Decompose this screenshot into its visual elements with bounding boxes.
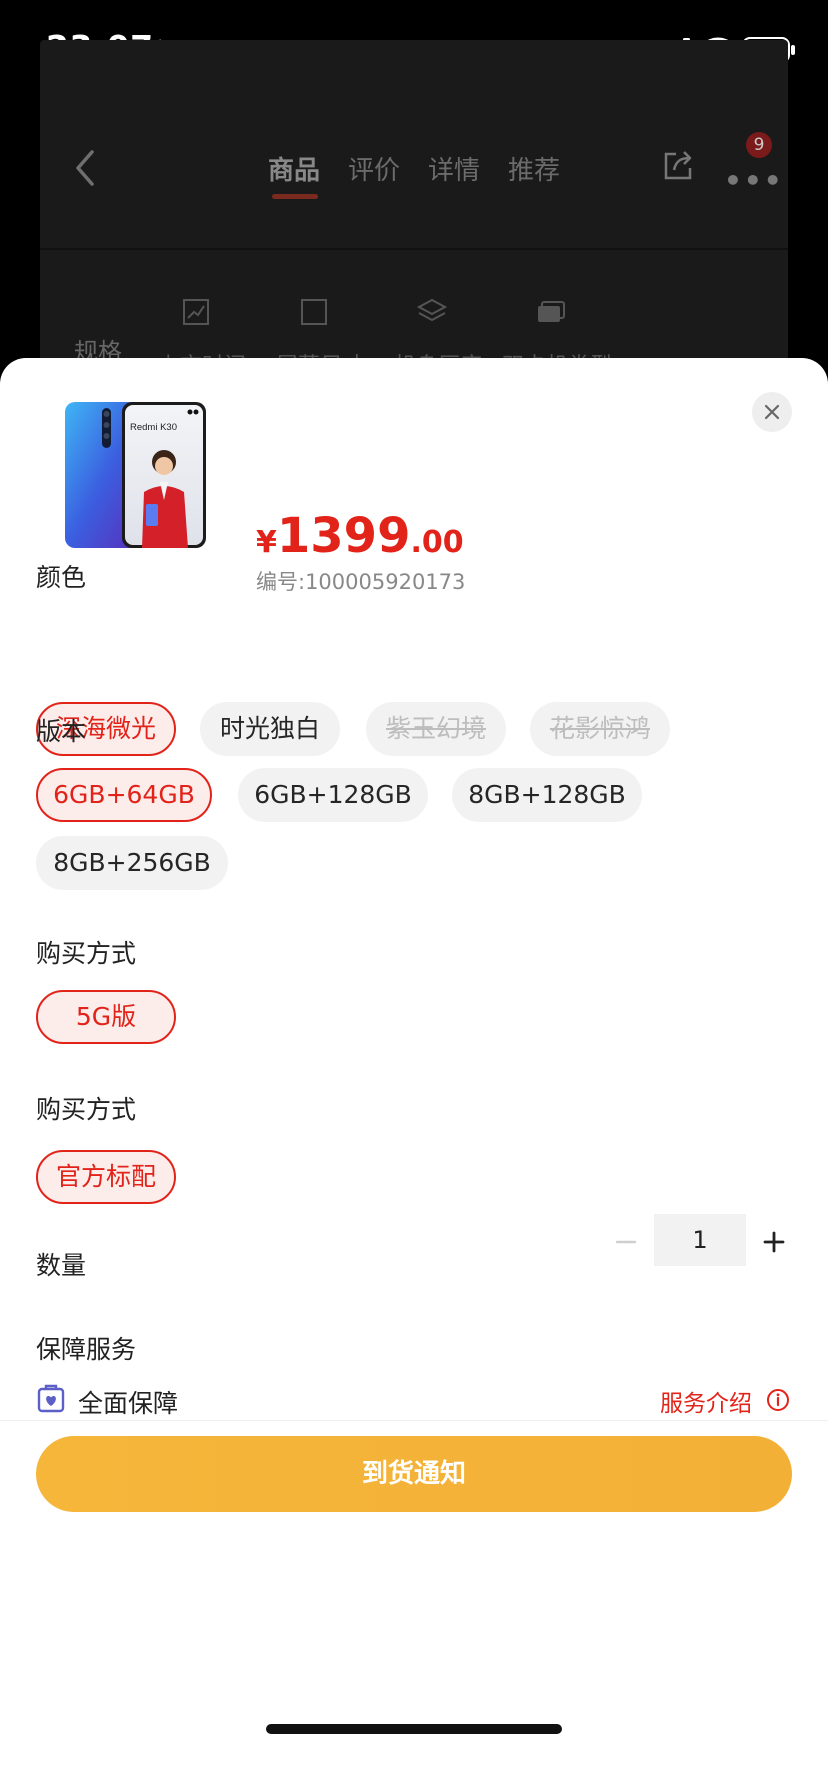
purchase-option-5g[interactable]: 5G版 — [36, 990, 176, 1044]
color-option-3: 紫玉幻境 — [366, 702, 506, 756]
price-decimal: .00 — [410, 525, 464, 560]
tab-reviews[interactable]: 评价 — [348, 150, 400, 187]
purchase-method-title-2: 购买方式 — [36, 1095, 137, 1124]
close-button[interactable] — [752, 392, 792, 432]
quantity-label: 数量 — [36, 1251, 87, 1280]
dual-sim-icon — [538, 301, 565, 322]
purchase-method-title-1: 购买方式 — [36, 939, 137, 968]
price-integer: 1399 — [276, 508, 411, 564]
color-section-title: 颜色 — [36, 563, 87, 592]
spec-selection-sheet: Redmi K30 ¥1399.00 编号:100005920173 颜色 深海… — [0, 358, 828, 1792]
version-option-1[interactable]: 6GB+64GB — [36, 768, 212, 822]
guarantee-bag-icon — [37, 1384, 65, 1413]
guarantee-item-label: 全面保障 — [78, 1389, 179, 1418]
version-option-4[interactable]: 8GB+256GB — [36, 836, 228, 890]
product-nav-bar: 商品 评价 详情 推荐 ••• 9 — [40, 120, 788, 210]
service-intro-link[interactable]: 服务介绍 — [660, 1384, 752, 1418]
color-option-4: 花影惊鸿 — [530, 702, 670, 756]
active-tab-indicator — [272, 194, 318, 199]
notification-badge: 9 — [746, 132, 772, 158]
share-icon[interactable] — [660, 148, 696, 184]
price-currency: ¥ — [256, 525, 277, 560]
tab-goods[interactable]: 商品 — [268, 150, 320, 187]
product-image-brand-text: Redmi K30 — [130, 422, 177, 433]
arrival-notify-button[interactable]: 到货通知 — [36, 1436, 792, 1512]
tab-details[interactable]: 详情 — [428, 150, 480, 187]
background-product-page: 商品 评价 详情 推荐 ••• 9 规格 上市时间 屏幕尺寸 机身厚度 双卡机类… — [40, 40, 788, 379]
quantity-input[interactable]: 1 — [654, 1214, 746, 1266]
chart-icon — [183, 299, 209, 325]
product-price: ¥1399.00 — [256, 508, 464, 564]
layers-icon — [416, 298, 448, 322]
product-sku: 编号:100005920173 — [256, 570, 466, 594]
plus-icon[interactable] — [762, 1230, 786, 1254]
back-arrow-icon[interactable] — [70, 148, 100, 188]
more-icon[interactable]: ••• — [724, 164, 784, 197]
screen-size-icon — [301, 299, 327, 325]
version-option-2[interactable]: 6GB+128GB — [238, 768, 428, 822]
info-icon[interactable] — [766, 1388, 790, 1412]
color-option-2[interactable]: 时光独白 — [200, 702, 340, 756]
guarantee-section-title: 保障服务 — [36, 1335, 137, 1364]
home-indicator[interactable] — [266, 1724, 562, 1734]
version-option-3[interactable]: 8GB+128GB — [452, 768, 642, 822]
product-image: Redmi K30 — [65, 402, 206, 548]
nav-divider — [40, 248, 788, 250]
minus-icon[interactable] — [614, 1230, 638, 1254]
close-icon — [764, 404, 780, 420]
purchase-option-standard[interactable]: 官方标配 — [36, 1150, 176, 1204]
tab-recommend[interactable]: 推荐 — [508, 150, 560, 187]
version-section-title: 版本 — [36, 717, 87, 746]
